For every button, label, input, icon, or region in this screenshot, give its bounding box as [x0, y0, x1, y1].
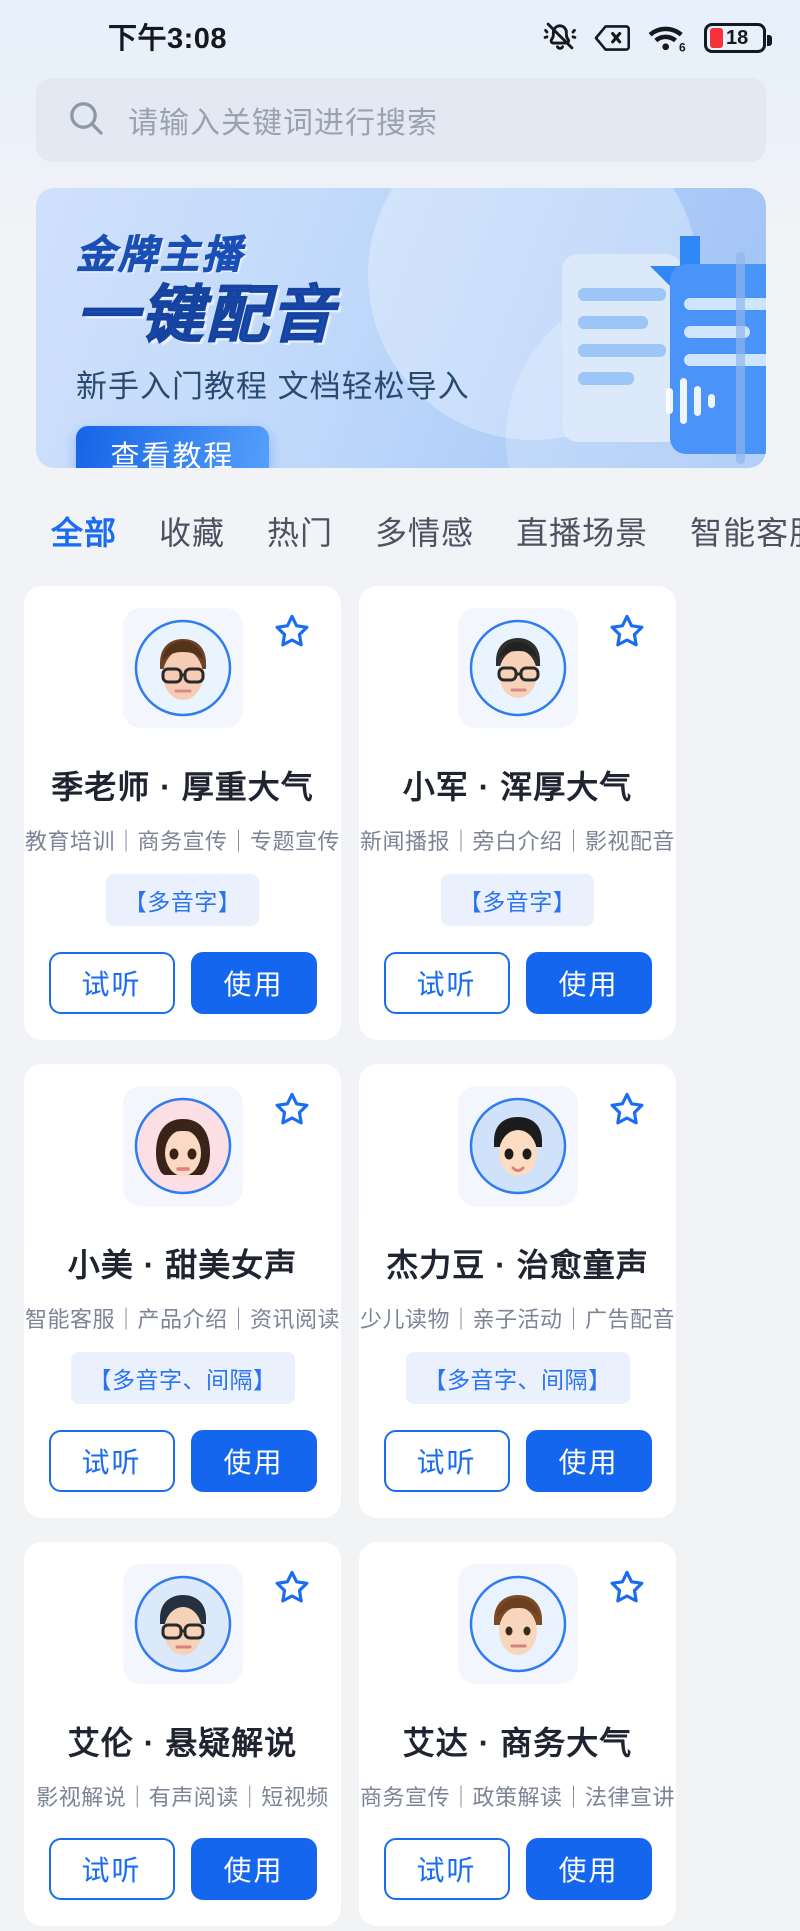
avatar-frame [457, 1086, 578, 1206]
use-button[interactable]: 使用 [190, 1430, 317, 1492]
voice-card[interactable]: 艾达 · 商务大气 商务宣传｜政策解读｜法律宣讲 试听 使用 [359, 1542, 676, 1926]
voice-actions: 试听 使用 [383, 1838, 652, 1900]
use-button[interactable]: 使用 [525, 952, 652, 1014]
preview-button[interactable]: 试听 [383, 952, 510, 1014]
preview-button[interactable]: 试听 [48, 1430, 175, 1492]
voice-tags: 智能客服｜产品介绍｜资讯阅读 [25, 1307, 341, 1332]
status-bar: 下午3:08 6 18 [0, 0, 800, 72]
use-button[interactable]: 使用 [525, 1838, 652, 1900]
voice-actions: 试听 使用 [48, 952, 317, 1014]
favorite-star-icon[interactable] [273, 1090, 311, 1133]
tab-all[interactable]: 全部 [30, 508, 138, 554]
voice-name: 季老师 · 厚重大气 [51, 769, 314, 805]
avatar [469, 619, 567, 717]
voice-card[interactable]: 艾伦 · 悬疑解说 影视解说｜有声阅读｜短视频 试听 使用 [24, 1542, 341, 1926]
search-bar[interactable]: 请输入关键词进行搜索 [36, 78, 766, 162]
voice-card[interactable]: 小美 · 甜美女声 智能客服｜产品介绍｜资讯阅读 【多音字、间隔】 试听 使用 [24, 1064, 341, 1518]
avatar [134, 619, 232, 717]
voice-card[interactable]: 杰力豆 · 治愈童声 少儿读物｜亲子活动｜广告配音 【多音字、间隔】 试听 使用 [359, 1064, 676, 1518]
voice-actions: 试听 使用 [383, 1430, 652, 1492]
voice-name: 小美 · 甜美女声 [67, 1247, 298, 1283]
preview-button[interactable]: 试听 [383, 1430, 510, 1492]
voice-name: 杰力豆 · 治愈童声 [386, 1247, 649, 1283]
status-bar-clock: 下午3:08 [108, 23, 228, 55]
tab-smart-service[interactable]: 智能客服 [669, 508, 800, 554]
svg-text:6: 6 [679, 41, 686, 53]
voice-card[interactable]: 小军 · 浑厚大气 新闻播报｜旁白介绍｜影视配音 【多音字】 试听 使用 [359, 586, 676, 1040]
avatar [469, 1575, 567, 1673]
avatar-frame [122, 608, 243, 728]
use-button[interactable]: 使用 [190, 1838, 317, 1900]
voice-name: 艾伦 · 悬疑解说 [67, 1725, 298, 1761]
status-bar-icons: 6 18 [543, 19, 772, 53]
favorite-star-icon[interactable] [273, 612, 311, 655]
tab-hot[interactable]: 热门 [246, 508, 354, 554]
avatar [469, 1097, 567, 1195]
battery-low-icon: 18 [704, 23, 772, 53]
preview-button[interactable]: 试听 [48, 952, 175, 1014]
voice-tags: 教育培训｜商务宣传｜专题宣传 [25, 829, 341, 854]
banner-text-block: 金牌主播 一键配音 新手入门教程 文档轻松导入 查看教程 [75, 224, 470, 468]
app-screen: 下午3:08 6 18 请输入关键词进行搜索 金牌主播 一键配音 新手入门教程 … [0, 0, 800, 1931]
voice-card[interactable]: 季老师 · 厚重大气 教育培训｜商务宣传｜专题宣传 【多音字】 试听 使用 [24, 586, 341, 1040]
view-tutorial-button[interactable]: 查看教程 [76, 426, 269, 468]
voice-badge: 【多音字】 [105, 874, 260, 926]
voice-tags: 商务宣传｜政策解读｜法律宣讲 [360, 1785, 676, 1810]
promo-banner[interactable]: 金牌主播 一键配音 新手入门教程 文档轻松导入 查看教程 [36, 188, 766, 468]
avatar-frame [457, 608, 578, 728]
preview-button[interactable]: 试听 [383, 1838, 510, 1900]
voice-card-grid: 季老师 · 厚重大气 教育培训｜商务宣传｜专题宣传 【多音字】 试听 使用 小军… [0, 564, 800, 1926]
voice-badge: 【多音字、间隔】 [405, 1352, 630, 1404]
use-button[interactable]: 使用 [525, 1430, 652, 1492]
voice-actions: 试听 使用 [48, 1838, 317, 1900]
favorite-star-icon[interactable] [608, 1568, 646, 1611]
search-icon [66, 98, 106, 143]
search-input[interactable]: 请输入关键词进行搜索 [128, 98, 438, 142]
favorite-star-icon[interactable] [608, 612, 646, 655]
tab-multi-emotion[interactable]: 多情感 [354, 508, 495, 554]
avatar-frame [122, 1086, 243, 1206]
voice-actions: 试听 使用 [383, 952, 652, 1014]
preview-button[interactable]: 试听 [48, 1838, 175, 1900]
voice-tags: 少儿读物｜亲子活动｜广告配音 [360, 1307, 676, 1332]
tab-favorites[interactable]: 收藏 [138, 508, 246, 554]
avatar [134, 1097, 232, 1195]
voice-badge: 【多音字】 [440, 874, 595, 926]
banner-title-small: 金牌主播 [76, 234, 245, 278]
category-tabs[interactable]: 全部 收藏 热门 多情感 直播场景 智能客服 [0, 468, 800, 564]
banner-title-large: 一键配音 [75, 281, 337, 350]
voice-name: 艾达 · 商务大气 [402, 1725, 633, 1761]
banner-subtitle: 新手入门教程 文档轻松导入 [76, 369, 470, 405]
banner-illustration [562, 236, 766, 464]
voice-name: 小军 · 浑厚大气 [402, 769, 633, 805]
voice-badge: 【多音字、间隔】 [70, 1352, 295, 1404]
no-sim-icon [594, 23, 630, 53]
use-button[interactable]: 使用 [190, 952, 317, 1014]
favorite-star-icon[interactable] [608, 1090, 646, 1133]
avatar-frame [457, 1564, 578, 1684]
avatar [134, 1575, 232, 1673]
voice-actions: 试听 使用 [48, 1430, 317, 1492]
voice-tags: 新闻播报｜旁白介绍｜影视配音 [360, 829, 676, 854]
favorite-star-icon[interactable] [273, 1568, 311, 1611]
battery-percent-label: 18 [726, 27, 749, 49]
voice-tags: 影视解说｜有声阅读｜短视频 [36, 1785, 329, 1810]
wifi-6-icon: 6 [647, 21, 687, 53]
avatar-frame [122, 1564, 243, 1684]
bell-mute-icon [543, 19, 577, 53]
tab-live-scene[interactable]: 直播场景 [495, 508, 669, 554]
